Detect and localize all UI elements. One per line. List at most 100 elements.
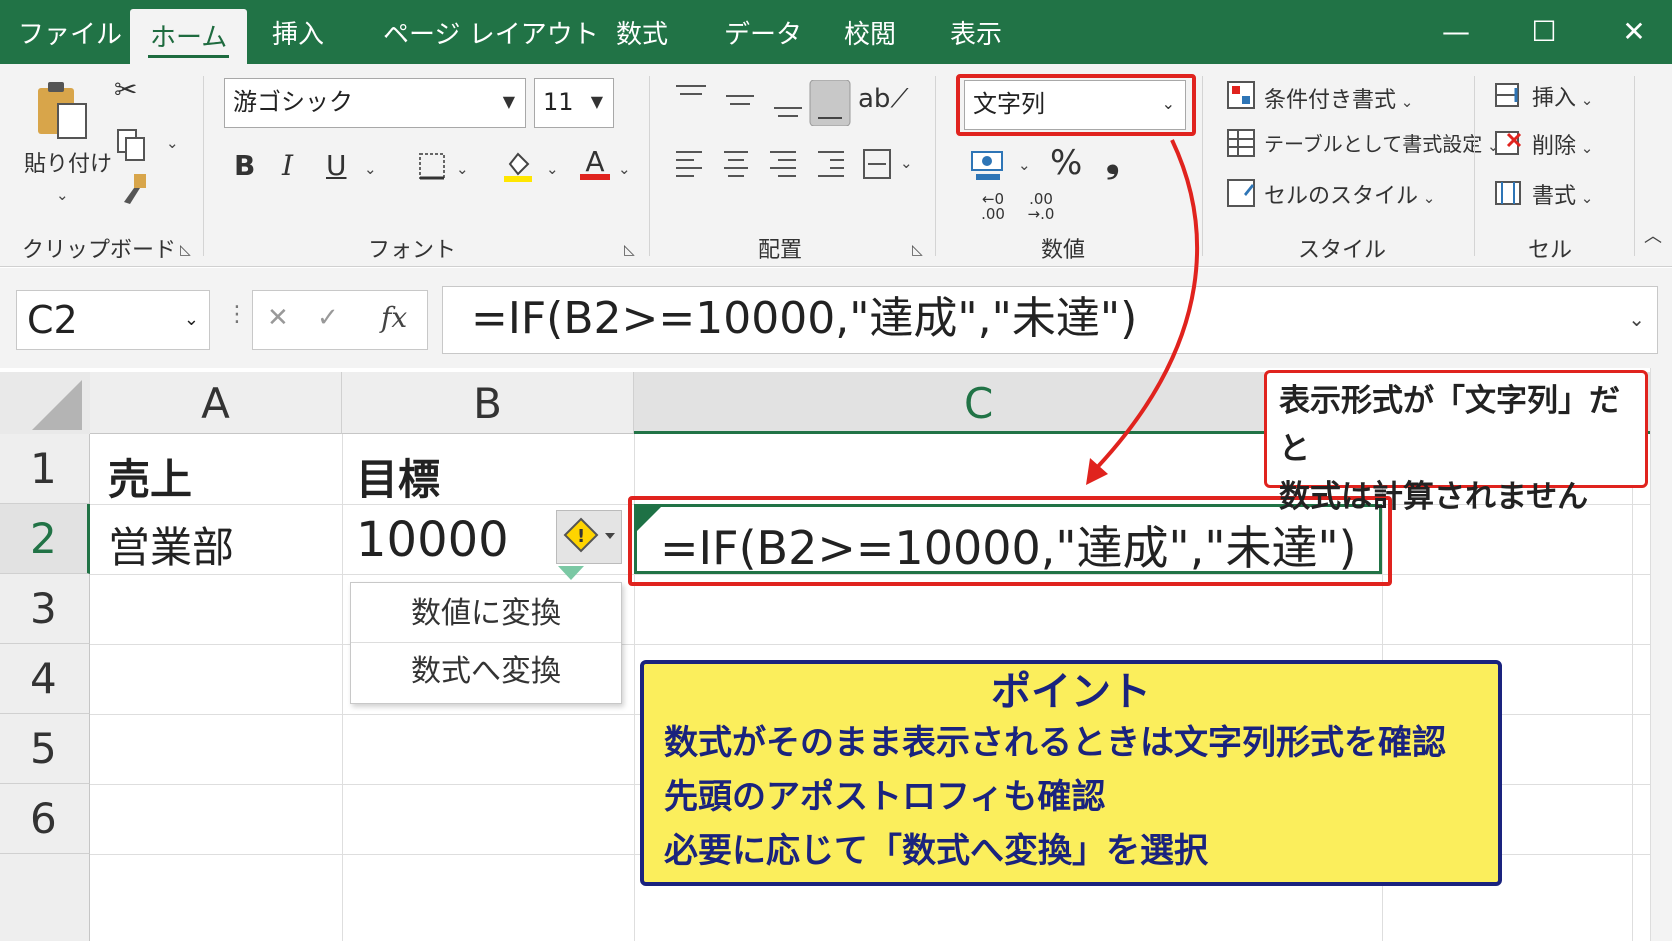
format-cells-button[interactable]: 書式 ⌄	[1532, 178, 1593, 210]
row-header-7[interactable]	[0, 854, 90, 941]
gridline	[90, 644, 1650, 645]
accounting-dropdown-icon[interactable]: ⌄	[1018, 158, 1031, 173]
row-header-5[interactable]: 5	[0, 714, 90, 784]
format-as-table-label: テーブルとして書式設定	[1264, 132, 1483, 156]
warning-icon: !	[563, 517, 615, 553]
svg-text:!: !	[577, 526, 585, 547]
insert-function-button[interactable]: fx	[381, 301, 407, 334]
group-separator	[935, 76, 936, 256]
chevron-down-icon: ▼	[502, 92, 515, 111]
copy-dropdown-icon[interactable]: ⌄	[166, 136, 179, 151]
convert-to-number-item[interactable]: 数値に変換	[351, 585, 621, 643]
merge-dropdown-icon[interactable]: ⌄	[900, 156, 913, 171]
number-format-highlight	[956, 74, 1196, 136]
cell-b1[interactable]: 目標	[356, 446, 440, 507]
increase-decimal-button[interactable]: ←0 .00	[974, 192, 1012, 222]
bold-button[interactable]: B	[234, 152, 255, 180]
row-header-4[interactable]: 4	[0, 644, 90, 714]
accounting-format-icon[interactable]	[970, 148, 1010, 182]
delete-cells-button[interactable]: 削除 ⌄	[1532, 128, 1593, 160]
fill-color-dropdown-icon[interactable]: ⌄	[546, 162, 559, 177]
underline-dropdown-icon[interactable]: ⌄	[364, 162, 377, 177]
underline-button[interactable]: U	[326, 152, 347, 180]
copy-icon[interactable]	[116, 128, 148, 162]
paste-button[interactable]: 貼り付け	[24, 154, 112, 176]
row-header-2[interactable]: 2	[0, 504, 90, 574]
cell-b2[interactable]: 10000	[356, 512, 509, 568]
clipboard-launcher-icon[interactable]: ◺	[180, 242, 191, 258]
font-name-combo[interactable]: 游ゴシック ▼	[224, 78, 526, 128]
font-color-dropdown-icon[interactable]: ⌄	[618, 162, 631, 177]
error-smart-tag-button[interactable]: !	[556, 510, 622, 564]
tab-home[interactable]: ホーム	[130, 9, 248, 64]
clipboard-group-label: クリップボード	[22, 238, 177, 263]
chevron-down-icon: ⌄	[1396, 93, 1414, 111]
name-box[interactable]: C2 ⌄	[16, 290, 210, 350]
cell-a1[interactable]: 売上	[108, 446, 192, 507]
cell-a2[interactable]: 営業部	[108, 514, 234, 575]
paste-icon[interactable]	[36, 80, 88, 140]
decrease-decimal-button[interactable]: .00 →.0	[1022, 192, 1060, 222]
close-icon[interactable]: ✕	[1604, 10, 1664, 54]
chevron-down-icon: ⌄	[183, 309, 199, 330]
enter-icon[interactable]: ✓	[317, 303, 339, 333]
collapse-ribbon-icon[interactable]: ︿	[1644, 228, 1662, 246]
borders-dropdown-icon[interactable]: ⌄	[456, 162, 469, 177]
font-color-glyph: A	[585, 145, 605, 178]
formula-bar-splitter[interactable]: ⋮	[226, 302, 248, 327]
chevron-down-icon: ▼	[590, 92, 603, 111]
tab-insert[interactable]: 挿入	[272, 14, 324, 51]
vertical-scrollbar[interactable]	[1650, 368, 1672, 941]
vertical-align-icons[interactable]	[674, 80, 874, 126]
tab-home-label: ホーム	[150, 23, 228, 53]
paste-dropdown-icon[interactable]: ⌄	[56, 188, 69, 203]
cells-group-label: セル	[1528, 238, 1573, 263]
minimize-icon[interactable]: —	[1426, 10, 1486, 54]
format-painter-icon[interactable]	[118, 172, 150, 206]
column-header-c-label: C	[964, 379, 994, 428]
styles-group-label: スタイル	[1298, 238, 1387, 263]
column-header-b[interactable]: B	[342, 372, 634, 434]
row-header-1[interactable]: 1	[0, 434, 90, 504]
cut-icon[interactable]: ✂	[114, 76, 137, 104]
tab-file[interactable]: ファイル	[18, 14, 122, 51]
font-size-combo[interactable]: 11 ▼	[534, 78, 614, 128]
select-all-button[interactable]	[0, 372, 90, 434]
font-color-button[interactable]: A	[580, 148, 610, 180]
orientation-icon[interactable]: ab⟋	[858, 86, 909, 112]
row-header-3[interactable]: 3	[0, 574, 90, 644]
font-size-value: 11	[543, 88, 574, 116]
horizontal-align-icons[interactable]	[674, 146, 924, 182]
conditional-format-button[interactable]: 条件付き書式 ⌄	[1264, 82, 1413, 114]
format-as-table-button[interactable]: テーブルとして書式設定 ⌄	[1264, 128, 1500, 157]
tab-page-layout[interactable]: ページ レイアウト	[383, 14, 599, 51]
row-header-6[interactable]: 6	[0, 784, 90, 854]
tab-view[interactable]: 表示	[950, 14, 1002, 51]
conditional-format-label: 条件付き書式	[1264, 88, 1397, 113]
excel-window: ファイル ホーム 挿入 ページ レイアウト 数式 データ 校閲 表示 — ☐ ✕…	[0, 0, 1672, 941]
borders-icon[interactable]	[418, 152, 446, 180]
font-launcher-icon[interactable]: ◺	[624, 242, 635, 258]
tab-data[interactable]: データ	[724, 14, 802, 51]
point-line-2: 先頭のアポストロフィも確認	[664, 777, 1106, 817]
expand-formula-icon[interactable]: ⌄	[1628, 287, 1645, 351]
point-line-3: 必要に応じて「数式へ変換」を選択	[664, 831, 1208, 871]
formula-input[interactable]: =IF(B2>=10000,"達成","未達") ⌄	[442, 286, 1658, 354]
cell-styles-button[interactable]: セルのスタイル ⌄	[1264, 178, 1435, 210]
column-header-a[interactable]: A	[90, 372, 342, 434]
maximize-icon[interactable]: ☐	[1514, 10, 1574, 54]
tab-formulas[interactable]: 数式	[616, 14, 668, 51]
tab-review[interactable]: 校閲	[844, 14, 896, 51]
convert-to-formula-item[interactable]: 数式へ変換	[351, 643, 621, 701]
alignment-launcher-icon[interactable]: ◺	[912, 242, 923, 258]
fill-color-icon[interactable]	[502, 148, 534, 182]
group-separator	[1634, 76, 1635, 256]
gridline	[342, 434, 343, 941]
italic-button[interactable]: I	[282, 152, 293, 180]
cancel-icon[interactable]: ✕	[267, 303, 289, 333]
font-name-value: 游ゴシック	[233, 88, 353, 116]
error-indicator-icon	[558, 566, 584, 580]
cell-c2-highlight	[628, 496, 1392, 586]
insert-cells-button[interactable]: 挿入 ⌄	[1532, 80, 1593, 112]
chevron-down-icon: ⌄	[1576, 189, 1594, 207]
